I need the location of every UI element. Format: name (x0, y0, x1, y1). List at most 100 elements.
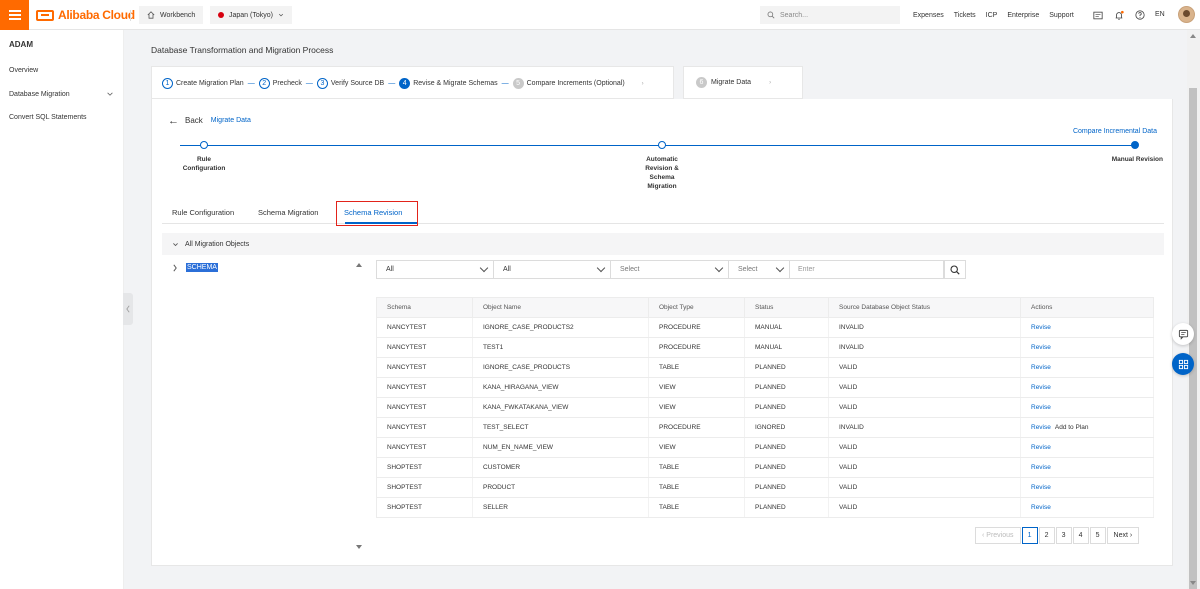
back-button[interactable]: Back (185, 116, 203, 125)
search-field-select[interactable]: Select (729, 260, 790, 279)
cell-object-name: KANA_HIRAGANA_VIEW (472, 377, 649, 398)
revise-link[interactable]: Revise (1031, 324, 1051, 331)
table-row: NANCYTEST KANA_FWKATAKANA_VIEW VIEW PLANNED… (376, 397, 1154, 418)
compare-incremental-data-link[interactable]: Compare Incremental Data (1073, 128, 1157, 135)
sidebar-item-overview[interactable]: Overview (9, 67, 38, 74)
scroll-up-icon[interactable] (1190, 34, 1196, 38)
step-2-label[interactable]: Precheck (273, 80, 302, 87)
all-migration-objects-header[interactable]: All Migration Objects (162, 233, 1164, 255)
progress-label-rule-configuration: Rule Configuration (164, 155, 244, 173)
alibaba-cloud-logo[interactable]: Alibaba Cloud (36, 8, 135, 22)
scroll-down-icon[interactable] (356, 545, 362, 549)
enterprise-link[interactable]: Enterprise (1007, 12, 1039, 19)
page-5-button[interactable]: 5 (1089, 527, 1106, 544)
search-icon (767, 11, 775, 19)
cell-status: PLANNED (744, 477, 829, 498)
avatar[interactable] (1178, 6, 1195, 23)
grid-apps-icon (1178, 359, 1188, 369)
workbench-button[interactable]: Workbench (139, 6, 204, 24)
step-4-label[interactable]: Revise & Migrate Schemas (413, 80, 497, 87)
cell-object-name: TEST1 (472, 337, 649, 358)
revise-link[interactable]: Revise (1031, 384, 1051, 391)
cell-object-type: TABLE (648, 497, 745, 518)
revise-link[interactable]: Revise (1031, 444, 1051, 451)
cell-schema: NANCYTEST (376, 337, 473, 358)
scroll-up-icon[interactable] (356, 263, 362, 267)
cell-source-status: VALID (828, 357, 1021, 378)
sidebar-collapse-handle[interactable] (123, 293, 133, 325)
revise-link[interactable]: Revise (1031, 404, 1051, 411)
migrate-data-link[interactable]: Migrate Data (211, 117, 251, 124)
icp-link[interactable]: ICP (986, 12, 998, 19)
sidebar-item-convert-sql[interactable]: Convert SQL Statements (9, 114, 87, 121)
source-status-filter[interactable]: Select (611, 260, 729, 279)
add-to-plan-link[interactable]: Add to Plan (1055, 424, 1089, 431)
region-selector[interactable]: Japan (Tokyo) (210, 6, 292, 24)
cell-status: PLANNED (744, 377, 829, 398)
back-row: ← Back Migrate Data (168, 115, 251, 126)
tree-node-schema[interactable]: SCHEMA (172, 263, 218, 272)
step-3-number: 3 (316, 78, 328, 89)
migrate-data-step[interactable]: 6 Migrate Data › (683, 66, 803, 99)
all-migration-objects-label: All Migration Objects (185, 240, 250, 248)
progress-label-line: Revision & (645, 165, 679, 172)
tab-rule-configuration[interactable]: Rule Configuration (172, 208, 234, 217)
feedback-button[interactable] (1172, 323, 1194, 345)
table-row: NANCYTEST NUM_EN_NAME_VIEW VIEW PLANNED VALI… (376, 437, 1154, 458)
tree-scrollbar[interactable] (354, 260, 363, 552)
japan-flag-icon (218, 12, 224, 18)
cell-actions: Revise (1020, 457, 1154, 478)
status-filter[interactable]: All (494, 260, 611, 279)
step-3-label[interactable]: Verify Source DB (331, 80, 384, 87)
chat-icon (1178, 329, 1188, 340)
revise-link[interactable]: Revise (1031, 344, 1051, 351)
tickets-link[interactable]: Tickets (954, 12, 976, 19)
cell-source-status: INVALID (828, 417, 1021, 438)
next-page-button[interactable]: Next › (1106, 527, 1140, 544)
revise-link[interactable]: Revise (1031, 484, 1051, 491)
notification-bell-icon[interactable] (1113, 9, 1125, 21)
page-4-button[interactable]: 4 (1072, 527, 1089, 544)
help-icon[interactable] (1134, 9, 1146, 21)
revise-link[interactable]: Revise (1031, 424, 1051, 431)
region-label: Japan (Tokyo) (229, 11, 273, 19)
apps-button[interactable] (1172, 353, 1194, 375)
revise-link[interactable]: Revise (1031, 464, 1051, 471)
menu-button[interactable] (0, 0, 29, 30)
page-scrollbar[interactable] (1187, 30, 1200, 589)
cell-object-name: SELLER (472, 497, 649, 518)
search-button[interactable] (944, 260, 966, 279)
page-1-button[interactable]: 1 (1021, 527, 1038, 544)
cell-object-name: PRODUCT (472, 477, 649, 498)
step-1-label[interactable]: Create Migration Plan (176, 80, 244, 87)
revise-link[interactable]: Revise (1031, 364, 1051, 371)
cell-object-name: KANA_FWKATAKANA_VIEW (472, 397, 649, 418)
revise-link[interactable]: Revise (1031, 504, 1051, 511)
step-5-label[interactable]: Compare Increments (Optional) (527, 80, 625, 87)
chevron-down-icon[interactable] (106, 90, 114, 98)
page-2-button[interactable]: 2 (1038, 527, 1055, 544)
expenses-link[interactable]: Expenses (913, 12, 944, 19)
tab-schema-migration[interactable]: Schema Migration (258, 208, 318, 217)
cell-object-type: VIEW (648, 437, 745, 458)
language-selector[interactable]: EN (1155, 11, 1165, 18)
table-row: NANCYTEST KANA_HIRAGANA_VIEW VIEW PLANNED VA… (376, 377, 1154, 398)
page-3-button[interactable]: 3 (1055, 527, 1072, 544)
sidebar-item-database-migration[interactable]: Database Migration (9, 91, 70, 98)
scroll-down-icon[interactable] (1190, 581, 1196, 585)
cell-schema: NANCYTEST (376, 397, 473, 418)
object-type-filter[interactable]: All (376, 260, 494, 279)
support-link[interactable]: Support (1049, 12, 1074, 19)
object-search-input[interactable]: Enter (790, 260, 944, 279)
back-arrow-icon[interactable]: ← (168, 115, 179, 126)
messages-icon[interactable] (1092, 9, 1104, 21)
cell-object-type: VIEW (648, 397, 745, 418)
global-search-input[interactable]: Search... (760, 6, 900, 24)
schema-objects-table: Schema Object Name Object Type Status So… (376, 297, 1154, 518)
progress-node-automatic-revision (658, 141, 666, 149)
progress-label-line: Manual Revision (1111, 156, 1163, 163)
cell-object-type: TABLE (648, 357, 745, 378)
cell-status: PLANNED (744, 357, 829, 378)
previous-page-button[interactable]: ‹ Previous (975, 527, 1021, 544)
main-content: ← Back Migrate Data Compare Incremental … (151, 99, 1173, 566)
